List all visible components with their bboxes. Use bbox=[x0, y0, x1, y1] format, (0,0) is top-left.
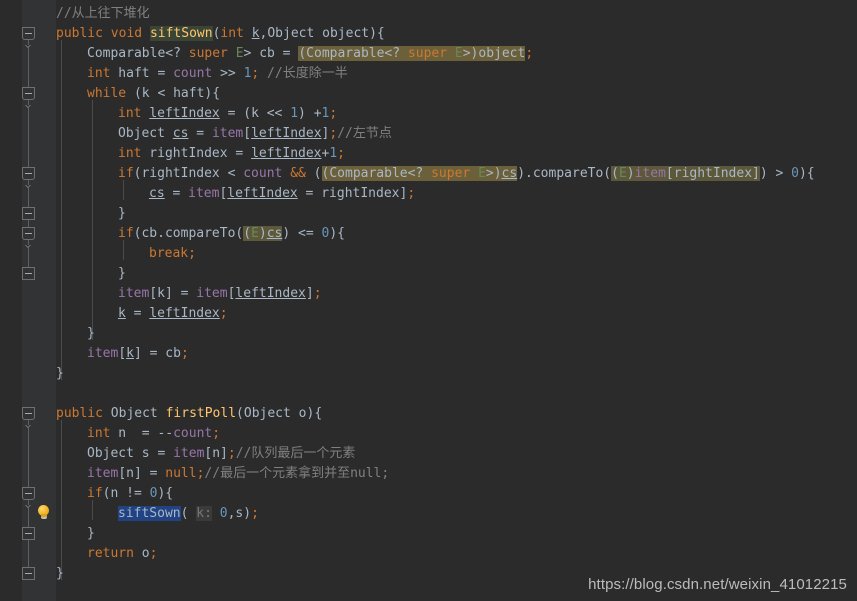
code-line-16: k = leftIndex; bbox=[118, 306, 228, 321]
indent-guide bbox=[61, 420, 62, 580]
code-line-13: break; bbox=[149, 246, 196, 261]
code-line-11: } bbox=[118, 206, 126, 221]
code-line-28: return o; bbox=[87, 546, 158, 561]
cast-expression-highlight: (E)cs bbox=[243, 226, 283, 241]
code-line-18: item[k] = cb; bbox=[87, 346, 189, 361]
code-line-29: } bbox=[56, 566, 64, 581]
code-line-8: int rightIndex = leftIndex+1; bbox=[118, 146, 345, 161]
code-line-21: public Object firstPoll(Object o){ bbox=[56, 406, 323, 421]
code-line-19: } bbox=[56, 366, 64, 381]
fold-marker-method-end[interactable] bbox=[22, 567, 35, 580]
fold-marker-while-end[interactable] bbox=[22, 267, 35, 280]
line-1-comment: //从上往下堆化 bbox=[56, 6, 150, 21]
code-line-23: Object s = item[n];//队列最后一个元素 bbox=[87, 446, 356, 461]
editor-gutter[interactable] bbox=[0, 0, 56, 601]
code-line-25: if(n != 0){ bbox=[87, 486, 174, 501]
fold-marker-if-compare-end[interactable] bbox=[22, 227, 35, 240]
code-line-27: } bbox=[87, 526, 95, 541]
code-line-2: public void siftSown(int k,Object object… bbox=[56, 26, 385, 41]
code-line-15: item[k] = item[leftIndex]; bbox=[118, 286, 322, 301]
cast-expression-highlight: (Comparable<? super E>)cs bbox=[321, 166, 518, 181]
fold-marker-if-right[interactable] bbox=[22, 167, 35, 180]
indent-guide bbox=[61, 40, 62, 380]
parameter-inlay-hint: k: bbox=[196, 506, 212, 521]
indent-guide bbox=[92, 100, 93, 340]
code-line-12: if(cb.compareTo((E)cs) <= 0){ bbox=[118, 226, 345, 241]
code-line-9: if(rightIndex < count && ((Comparable<? … bbox=[118, 166, 815, 181]
code-line-6: int leftIndex = (k << 1) +1; bbox=[118, 106, 338, 121]
code-line-24: item[n] = null;//最后一个元素拿到并至null; bbox=[87, 466, 390, 481]
code-line-22: int n = --count; bbox=[87, 426, 221, 441]
cast-expression-highlight: (E)item[rightIndex] bbox=[611, 166, 760, 181]
code-line-7: Object cs = item[leftIndex];//左节点 bbox=[118, 126, 392, 141]
code-folding-rail[interactable] bbox=[22, 0, 36, 601]
selected-method-call-siftSown[interactable]: siftSown bbox=[118, 506, 181, 521]
code-line-14: } bbox=[118, 266, 126, 281]
gutter-annotation-strip bbox=[0, 0, 22, 601]
fold-marker-if-n-end[interactable] bbox=[22, 527, 35, 540]
code-line-17: } bbox=[87, 326, 95, 341]
watermark-url: https://blog.csdn.net/weixin_41012215 bbox=[588, 576, 847, 593]
method-name-firstPoll[interactable]: firstPoll bbox=[166, 406, 236, 421]
code-editor-window: //从上往下堆化 public void siftSown(int k,Obje… bbox=[0, 0, 857, 601]
fold-marker-method-siftSown[interactable] bbox=[22, 27, 35, 40]
fold-marker-while-loop[interactable] bbox=[22, 87, 35, 100]
code-line-3: Comparable<? super E> cb = (Comparable<?… bbox=[87, 46, 534, 61]
code-line-1: //从上往下堆化 bbox=[56, 4, 150, 24]
code-line-5: while (k < haft){ bbox=[87, 86, 221, 101]
code-text-area[interactable]: //从上往下堆化 public void siftSown(int k,Obje… bbox=[56, 0, 857, 601]
fold-marker-if-compare[interactable] bbox=[22, 207, 35, 220]
cast-expression-highlight: (Comparable<? super E>)object bbox=[298, 46, 526, 61]
method-name-siftSown[interactable]: siftSown bbox=[149, 26, 213, 41]
code-line-10: cs = item[leftIndex = rightIndex]; bbox=[149, 186, 416, 201]
code-line-26: siftSown( k: 0,s); bbox=[118, 506, 259, 521]
intention-bulb-icon[interactable] bbox=[36, 505, 52, 521]
fold-marker-method-firstPoll[interactable] bbox=[22, 407, 35, 420]
fold-marker-if-n[interactable] bbox=[22, 487, 35, 500]
code-line-4: int haft = count >> 1; //长度除一半 bbox=[87, 66, 348, 81]
